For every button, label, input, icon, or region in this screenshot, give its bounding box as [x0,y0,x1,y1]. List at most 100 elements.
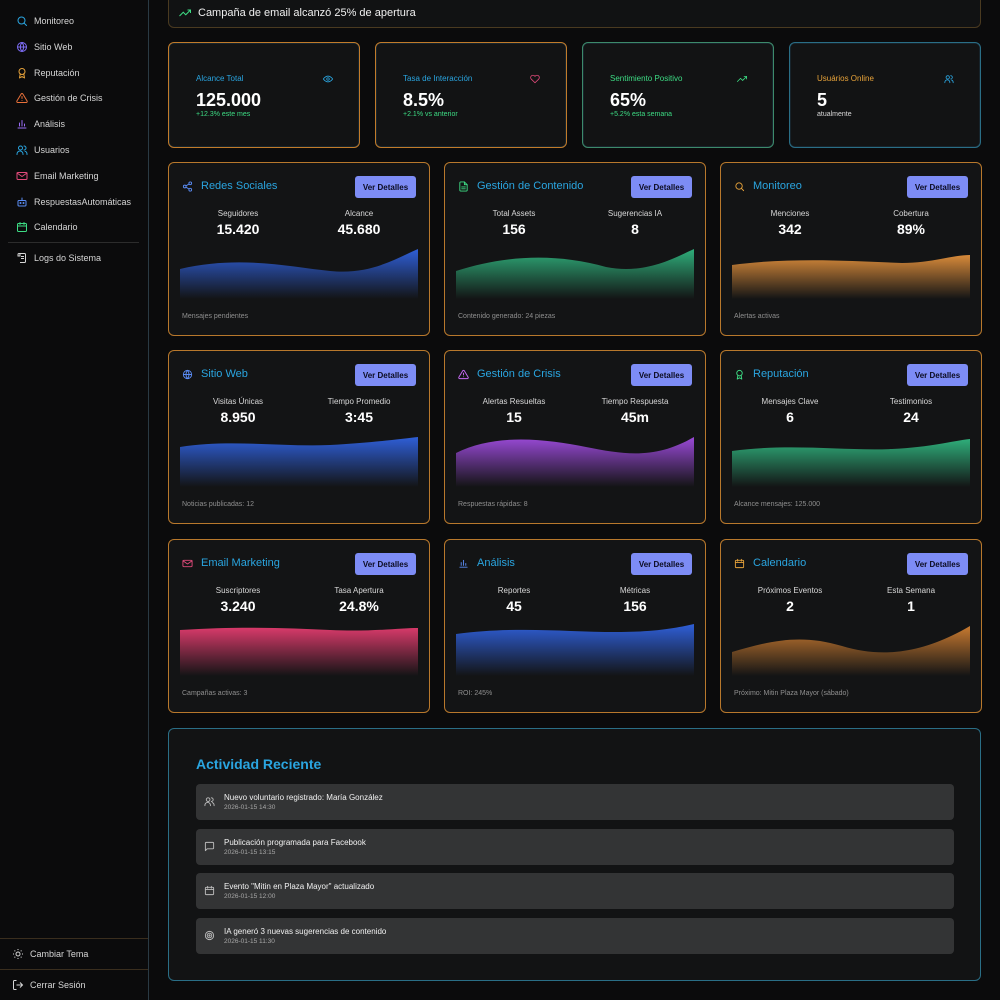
module-footer: Alcance mensajes: 125.000 [734,501,820,508]
module-footer: Alertas activas [734,313,780,320]
view-details-button[interactable]: Ver Detalles [355,553,416,575]
metric-label: Testimonios [889,397,933,406]
stat-card: Sentimiento Positivo 65% +5.2% esta sema… [582,42,774,148]
heart-icon [530,74,540,84]
activity-item[interactable]: Publicación programada para Facebook 202… [196,828,954,865]
view-details-button[interactable]: Ver Detalles [907,364,968,386]
metric-secondary: Métricas 156 [580,586,690,614]
module-header: Redes Sociales [182,180,277,192]
logout-label: Cerrar Sesión [30,979,86,990]
sidebar-item-search[interactable]: Monitoreo [0,10,148,32]
main-content: Campaña de email alcanzó 25% de apertura… [149,0,1000,1000]
stat-change: +5.2% esta semana [610,111,673,118]
theme-toggle-button[interactable]: Cambiar Tema [0,938,148,968]
sidebar: Monitoreo Sitio Web Reputación Gestión d… [0,0,149,1000]
trend-wave [732,255,970,299]
module-header: Calendario [734,557,806,569]
trending-up-icon [179,9,191,17]
users-icon [16,145,28,155]
module-title: Calendario [753,557,807,569]
metric-label: Tiempo Respuesta [601,397,669,406]
sidebar-item-label: Monitoreo [34,16,75,26]
sidebar-item-globe[interactable]: Sitio Web [0,36,148,58]
sidebar-item-label: Gestión de Crisis [34,93,103,104]
target-icon [204,931,215,941]
sidebar-item-logs[interactable]: Logs do Sistema [0,247,148,269]
recent-activity-panel: Actividad Reciente Nuevo voluntario regi… [168,728,981,981]
metric-value: 8.950 [220,409,256,425]
notification-text: Campaña de email alcanzó 25% de apertura [198,7,416,19]
module-card: Gestión de Contenido Ver Detalles Total … [444,162,706,336]
alert-triangle-icon [458,369,469,379]
module-footer: Próximo: Mitin Plaza Mayor (sábado) [734,690,849,697]
metric-value: 342 [778,221,802,237]
trend-wave [456,624,694,676]
stat-label: Usuários Online [817,74,874,83]
sidebar-item-users[interactable]: Usuarios [0,139,148,161]
metric-primary: Alertas Resueltas 15 [459,397,569,425]
view-details-button[interactable]: Ver Detalles [631,553,692,575]
activity-text: IA generó 3 nuevas sugerencias de conten… [224,927,387,937]
module-header: Email Marketing [182,557,280,569]
sidebar-item-label: RespuestasAutomáticas [34,196,132,207]
stat-card: Tasa de Interacción 8.5% +2.1% vs anteri… [375,42,567,148]
mail-icon [182,559,193,567]
metric-value: 24 [903,409,919,425]
metric-primary: Seguidores 15.420 [183,209,293,237]
metric-primary: Mensajes Clave 6 [735,397,845,425]
metric-value: 15 [506,409,522,425]
activity-item[interactable]: Nuevo voluntario registrado: María Gonzá… [196,784,954,820]
metric-value: 156 [502,221,526,237]
metric-primary: Total Assets 156 [459,209,569,237]
view-details-button[interactable]: Ver Detalles [907,553,968,575]
calendar-icon [204,886,215,896]
module-title: Reputación [753,368,809,380]
metric-value: 45 [506,598,522,614]
sidebar-item-mail[interactable]: Email Marketing [0,165,148,187]
metric-secondary: Testimonios 24 [856,397,966,425]
users-icon [204,797,215,807]
metric-secondary: Tasa Apertura 24.8% [304,586,414,614]
sidebar-item-award[interactable]: Reputación [0,62,148,84]
metric-value: 156 [623,598,647,614]
search-icon [17,16,27,26]
award-icon [736,369,743,380]
sidebar-item-label: Análisis [34,119,66,130]
activity-item[interactable]: IA generó 3 nuevas sugerencias de conten… [196,918,954,955]
mail-icon [16,171,28,180]
module-header: Gestión de Contenido [458,180,583,192]
metric-value: 45.680 [337,221,381,237]
sidebar-item-bar-chart[interactable]: Análisis [0,113,148,135]
activity-item[interactable]: Evento "Mitin en Plaza Mayor" actualizad… [196,873,954,910]
module-title: Monitoreo [753,180,802,192]
activity-text: Nuevo voluntario registrado: María Gonzá… [224,793,383,802]
metric-primary: Visitas Únicas 8.950 [183,397,293,425]
sidebar-item-alert-triangle[interactable]: Gestión de Crisis [0,87,148,109]
metric-primary: Suscriptores 3.240 [183,586,293,614]
trend-wave [180,437,418,487]
view-details-button[interactable]: Ver Detalles [631,364,692,386]
metric-label: Suscriptores [215,586,261,595]
globe-icon [182,369,193,379]
view-details-button[interactable]: Ver Detalles [355,364,416,386]
trend-wave [732,439,970,487]
view-details-button[interactable]: Ver Detalles [631,176,692,198]
view-details-button[interactable]: Ver Detalles [355,176,416,198]
sidebar-item-bot[interactable]: RespuestasAutomáticas [0,191,148,213]
module-footer: Mensajes pendientes [182,313,249,320]
stat-label: Tasa de Interacción [403,74,473,83]
metric-label: Reportes [497,586,531,595]
metric-primary: Reportes 45 [459,586,569,614]
metric-value: 89% [896,221,926,237]
calendar-icon [734,558,745,568]
metric-secondary: Tiempo Respuesta 45m [580,397,690,425]
module-title: Sitio Web [201,368,248,380]
metric-secondary: Sugerencias IA 8 [580,209,690,237]
stat-value: 8.5% [403,90,445,110]
view-details-button[interactable]: Ver Detalles [907,176,968,198]
logout-button[interactable]: Cerrar Sesión [0,969,148,999]
sidebar-item-calendar[interactable]: Calendario [0,216,148,238]
stat-card: Alcance Total 125.000 +12.3% este mes [168,42,360,148]
activity-date: 2026-01-15 11:30 [224,938,275,946]
module-title: Gestión de Crisis [477,368,561,380]
